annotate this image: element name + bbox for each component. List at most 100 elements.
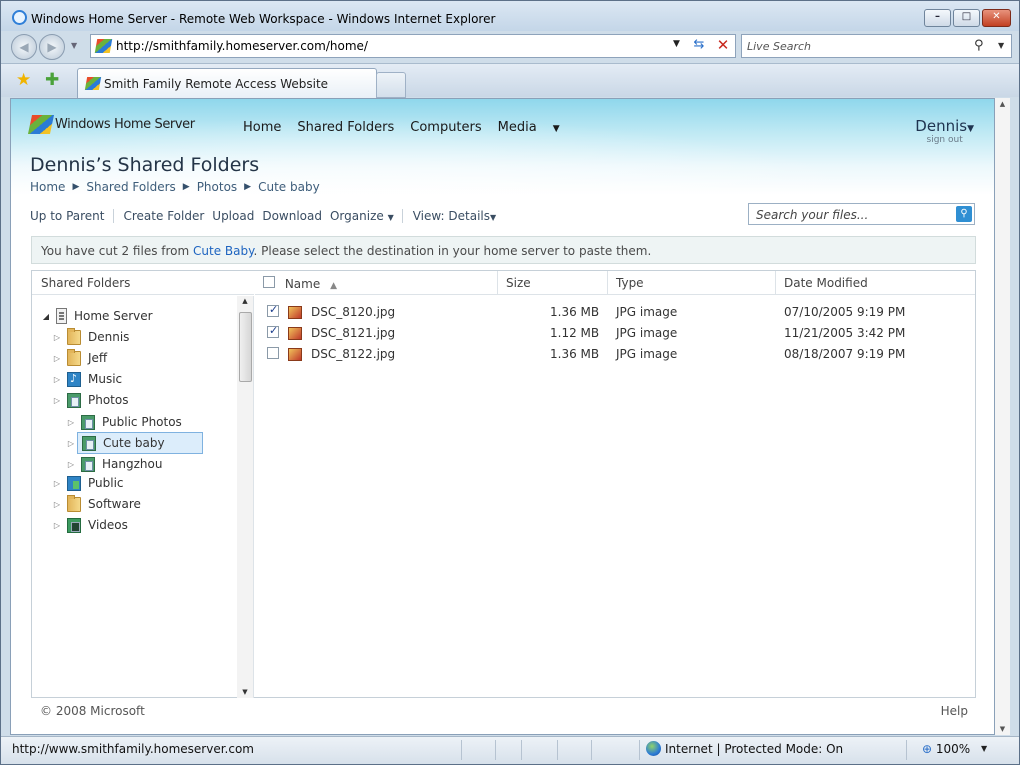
tree-item-cute-baby[interactable]: Cute baby bbox=[77, 432, 203, 454]
file-row[interactable]: DSC_8121.jpg 1.12 MB JPG image 11/21/200… bbox=[255, 323, 975, 344]
recent-pages-dropdown[interactable]: ▼ bbox=[71, 41, 77, 50]
organize-label: Organize bbox=[329, 209, 384, 223]
up-to-parent-button[interactable]: Up to Parent bbox=[30, 209, 105, 223]
tree-scrollbar[interactable]: ▲ ▼ bbox=[237, 296, 253, 698]
create-folder-button[interactable]: Create Folder bbox=[124, 209, 205, 223]
file-name[interactable]: DSC_8120.jpg bbox=[311, 305, 395, 319]
file-checkbox[interactable] bbox=[267, 303, 279, 317]
expand-icon[interactable]: ▷ bbox=[52, 333, 62, 342]
user-menu[interactable]: Dennis▼ sign out bbox=[915, 117, 974, 145]
upload-button[interactable]: Upload bbox=[212, 209, 254, 223]
new-tab-button[interactable] bbox=[376, 72, 406, 98]
maximize-button[interactable]: □ bbox=[953, 9, 980, 27]
add-favorite-icon[interactable]: ✚ bbox=[45, 70, 59, 90]
column-date-modified[interactable]: Date Modified bbox=[775, 271, 975, 295]
tab-label: Smith Family Remote Access Website bbox=[104, 77, 329, 91]
nav-home[interactable]: Home bbox=[243, 120, 281, 135]
live-search-placeholder: Live Search bbox=[747, 40, 811, 53]
tree-item-label: Jeff bbox=[88, 351, 108, 365]
minimize-icon: – bbox=[935, 11, 940, 22]
file-search-button[interactable]: ⚲ bbox=[956, 206, 972, 222]
tree-item-jeff[interactable]: ▷ Jeff bbox=[52, 348, 107, 368]
security-zone[interactable]: Internet | Protected Mode: On bbox=[665, 742, 843, 756]
collapse-icon[interactable]: ◢ bbox=[41, 312, 51, 321]
select-all-checkbox[interactable] bbox=[263, 276, 275, 288]
scroll-down-icon[interactable]: ▼ bbox=[237, 688, 253, 696]
nav-computers[interactable]: Computers bbox=[410, 120, 481, 135]
view-chevron-icon: ▼ bbox=[490, 213, 497, 222]
page-scroll-down-icon[interactable]: ▼ bbox=[995, 725, 1010, 733]
tree-item-dennis[interactable]: ▷ Dennis bbox=[52, 327, 129, 347]
expand-icon[interactable]: ▷ bbox=[52, 500, 62, 509]
music-folder-icon bbox=[67, 371, 81, 387]
favorites-star-icon[interactable]: ★ bbox=[16, 70, 31, 90]
live-search-box[interactable]: Live Search ⚲ ▼ bbox=[741, 34, 1012, 58]
sign-out-link[interactable]: sign out bbox=[915, 135, 974, 145]
file-checkbox[interactable] bbox=[267, 324, 279, 338]
breadcrumb-shared-folders[interactable]: Shared Folders bbox=[86, 180, 175, 194]
scroll-up-icon[interactable]: ▲ bbox=[237, 297, 253, 305]
expand-icon[interactable]: ▷ bbox=[66, 439, 76, 448]
column-size[interactable]: Size bbox=[497, 271, 607, 295]
expand-icon[interactable]: ▷ bbox=[66, 460, 76, 469]
tree-item-photos[interactable]: ▷ Photos bbox=[52, 390, 128, 410]
search-icon[interactable]: ⚲ bbox=[974, 38, 984, 53]
file-name[interactable]: DSC_8122.jpg bbox=[311, 347, 395, 361]
nav-shared-folders[interactable]: Shared Folders bbox=[297, 120, 394, 135]
expand-icon[interactable]: ▷ bbox=[52, 354, 62, 363]
forward-button[interactable]: ▶ bbox=[39, 34, 65, 60]
tab-remote-access[interactable]: Smith Family Remote Access Website bbox=[77, 68, 377, 98]
tree-item-software[interactable]: ▷ Software bbox=[52, 494, 141, 514]
expand-icon[interactable]: ▷ bbox=[52, 396, 62, 405]
tree-item-public-photos[interactable]: ▷ Public Photos bbox=[66, 412, 182, 432]
file-name[interactable]: DSC_8121.jpg bbox=[311, 326, 395, 340]
zoom-level[interactable]: ⊕ 100% bbox=[922, 742, 970, 756]
file-row[interactable]: DSC_8122.jpg 1.36 MB JPG image 08/18/200… bbox=[255, 344, 975, 365]
help-link[interactable]: Help bbox=[941, 704, 968, 718]
stop-button[interactable]: ✕ bbox=[713, 36, 733, 54]
address-dropdown[interactable]: ▼ bbox=[673, 39, 680, 49]
file-type: JPG image bbox=[616, 326, 678, 340]
jpg-file-icon bbox=[288, 327, 302, 340]
nav-media[interactable]: Media ▼ bbox=[498, 120, 576, 135]
back-arrow-icon: ◀ bbox=[19, 40, 29, 54]
tree-item-videos[interactable]: ▷ Videos bbox=[52, 515, 128, 535]
address-url[interactable]: http://smithfamily.homeserver.com/home/ bbox=[116, 39, 368, 53]
user-name[interactable]: Dennis▼ bbox=[915, 117, 974, 135]
close-button[interactable]: ✕ bbox=[982, 9, 1011, 27]
tree-item-cute-baby-row[interactable]: ▷ Cute baby bbox=[66, 432, 228, 454]
back-button[interactable]: ◀ bbox=[11, 34, 37, 60]
tree-item-public[interactable]: ▷ Public bbox=[52, 473, 124, 493]
expand-icon[interactable]: ▷ bbox=[52, 375, 62, 384]
notice-text-before: You have cut 2 files from bbox=[41, 244, 194, 258]
column-name[interactable]: Name ▲ bbox=[255, 271, 497, 295]
tree-item-hangzhou[interactable]: ▷ Hangzhou bbox=[66, 454, 162, 474]
column-type[interactable]: Type bbox=[607, 271, 775, 295]
expand-icon[interactable]: ▷ bbox=[66, 418, 76, 427]
refresh-button[interactable]: ⇆ bbox=[689, 37, 709, 52]
file-type: JPG image bbox=[616, 347, 678, 361]
breadcrumb-photos[interactable]: Photos bbox=[197, 180, 237, 194]
tab-favicon-icon bbox=[84, 77, 102, 90]
expand-icon[interactable]: ▷ bbox=[52, 479, 62, 488]
file-search-box[interactable]: Search your files... ⚲ bbox=[748, 203, 975, 225]
organize-menu[interactable]: Organize ▼ bbox=[330, 209, 394, 223]
breadcrumb-home[interactable]: Home bbox=[30, 180, 65, 194]
address-bar[interactable]: http://smithfamily.homeserver.com/home/ … bbox=[90, 34, 736, 58]
search-provider-dropdown[interactable]: ▼ bbox=[998, 41, 1004, 50]
expand-icon[interactable]: ▷ bbox=[52, 521, 62, 530]
view-menu[interactable]: View: Details▼ bbox=[413, 209, 496, 223]
notice-folder-link[interactable]: Cute Baby bbox=[193, 244, 253, 258]
minimize-button[interactable]: – bbox=[924, 9, 951, 27]
download-button[interactable]: Download bbox=[262, 209, 322, 223]
zoom-dropdown[interactable]: ▼ bbox=[981, 744, 987, 753]
page-scrollbar[interactable]: ▲ ▼ bbox=[995, 98, 1010, 735]
page-scroll-up-icon[interactable]: ▲ bbox=[995, 100, 1010, 108]
tree-item-label: Videos bbox=[88, 518, 128, 532]
tree-scroll-thumb[interactable] bbox=[239, 312, 252, 382]
tree-item-music[interactable]: ▷ Music bbox=[52, 369, 122, 389]
file-checkbox[interactable] bbox=[267, 347, 279, 359]
tree-item-home-server[interactable]: ◢ Home Server bbox=[41, 306, 153, 326]
whs-logo[interactable]: Windows Home Server bbox=[27, 115, 195, 134]
file-row[interactable]: DSC_8120.jpg 1.36 MB JPG image 07/10/200… bbox=[255, 302, 975, 323]
